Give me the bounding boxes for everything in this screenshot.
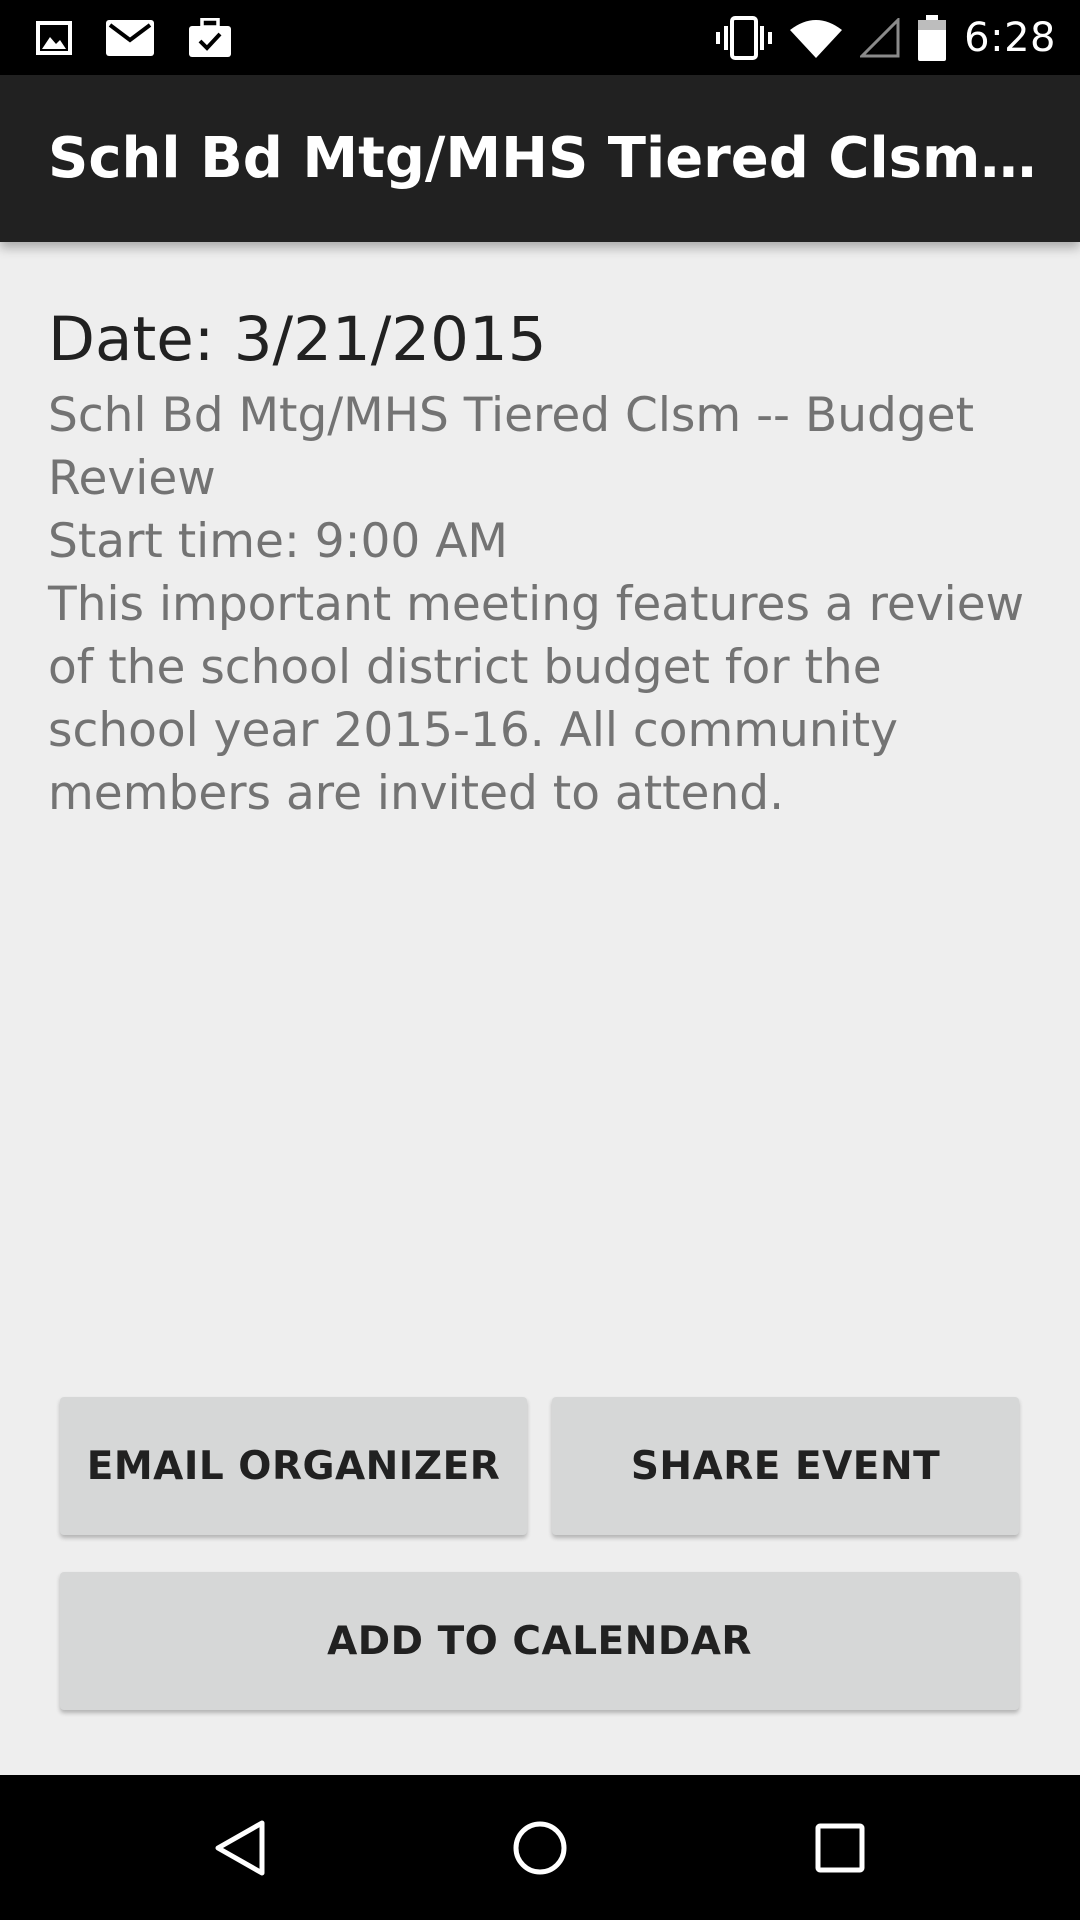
briefcase-check-icon: [188, 18, 232, 58]
back-button[interactable]: [140, 1775, 340, 1920]
email-organizer-button[interactable]: EMAIL ORGANIZER: [60, 1397, 527, 1535]
image-notification-icon: [36, 21, 72, 55]
app-toolbar: Schl Bd Mtg/MHS Tiered Clsm -- Budget Re…: [0, 75, 1080, 242]
home-icon: [513, 1821, 567, 1874]
back-icon: [215, 1820, 265, 1875]
event-name: Schl Bd Mtg/MHS Tiered Clsm -- Budget Re…: [48, 388, 975, 506]
vibrate-icon: [716, 16, 773, 60]
status-clock: 6:28: [964, 15, 1056, 61]
event-details: Date: 3/21/2015 Schl Bd Mtg/MHS Tiered C…: [48, 300, 1038, 825]
event-description: This important meeting features a review…: [48, 577, 1025, 821]
mail-icon: [106, 20, 154, 56]
navigation-bar: [0, 1775, 1080, 1920]
share-event-button[interactable]: SHARE EVENT: [552, 1397, 1019, 1535]
event-start-time: Start time: 9:00 AM: [48, 514, 508, 569]
event-date: Date: 3/21/2015: [48, 304, 547, 375]
page-title: Schl Bd Mtg/MHS Tiered Clsm -- Budget Re…: [48, 126, 1048, 191]
wifi-icon: [790, 18, 843, 58]
cell-signal-icon: [860, 18, 900, 58]
home-button[interactable]: [440, 1775, 640, 1920]
status-bar: 6:28: [0, 0, 1080, 75]
battery-icon: [918, 15, 947, 61]
recents-button[interactable]: [740, 1775, 940, 1920]
recents-icon: [815, 1823, 865, 1872]
add-to-calendar-button[interactable]: ADD TO CALENDAR: [60, 1572, 1019, 1710]
